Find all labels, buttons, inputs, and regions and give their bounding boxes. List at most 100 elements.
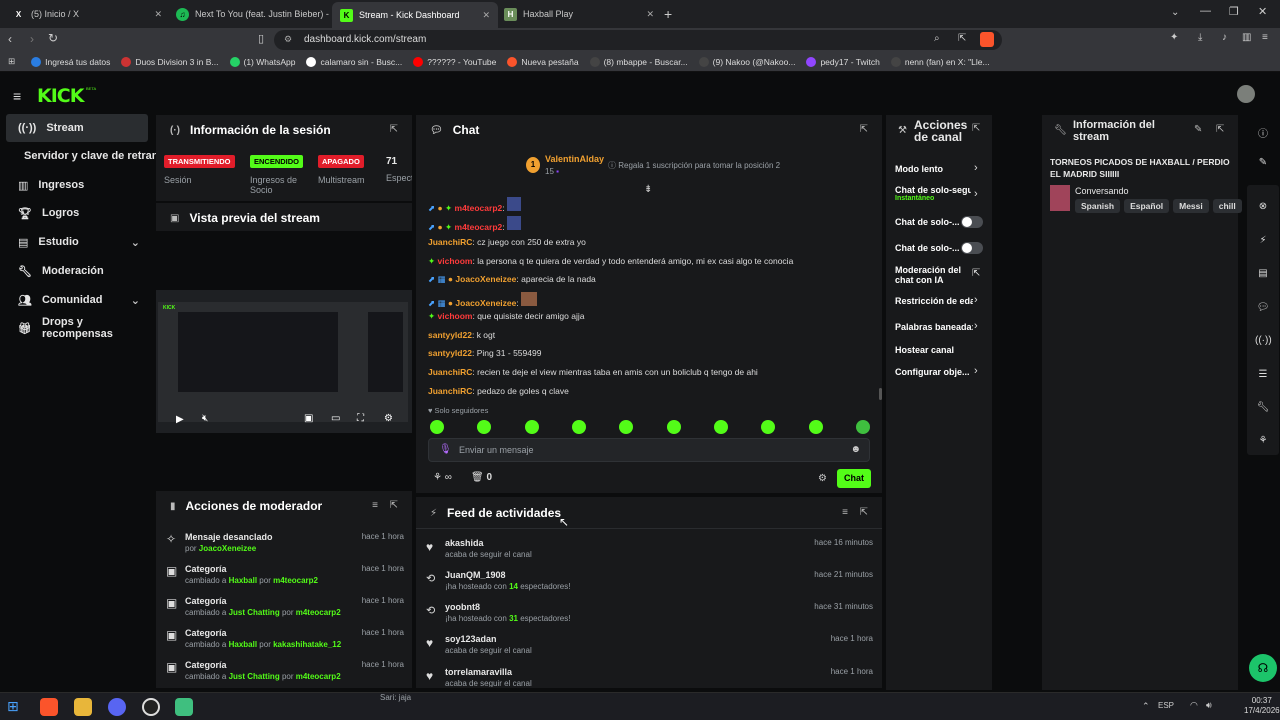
play-icon[interactable]: ▶	[176, 414, 184, 425]
stream-preview-video[interactable]: KICK ▶ 🔇︎ ▣ ▭ ⛶ ⚙	[156, 290, 412, 433]
back-icon[interactable]: ‹	[8, 32, 12, 46]
scroll-down-icon[interactable]: ⇟	[644, 184, 652, 195]
alert-icon[interactable]: ⊗	[1255, 201, 1271, 217]
emotes-only-toggle[interactable]	[961, 242, 983, 254]
feed-user[interactable]: yoobnt8	[445, 602, 480, 612]
fullscreen-icon[interactable]: ⛶	[357, 413, 364, 424]
action-user[interactable]: kakashihatake_12	[273, 640, 341, 649]
chat-scrollbar[interactable]	[879, 388, 882, 400]
emote-icon[interactable]	[855, 420, 870, 434]
action-user[interactable]: m4teocarp2	[296, 608, 341, 617]
extensions-icon[interactable]: ✦	[1170, 32, 1178, 43]
add-widget-icon[interactable]: ⚘	[1255, 435, 1271, 451]
windows-start-icon[interactable]: ⊞	[7, 698, 19, 715]
stream-category[interactable]: Conversando	[1075, 186, 1129, 196]
bookmark-item[interactable]: (1) WhatsApp	[229, 56, 295, 67]
brave-taskbar-icon[interactable]	[40, 698, 58, 716]
action-user[interactable]: m4teocarp2	[296, 672, 341, 681]
chat-username[interactable]: JuanchiRC	[428, 237, 472, 247]
maximize-icon[interactable]: ❐	[1229, 5, 1239, 18]
pip-icon[interactable]: ▣	[304, 413, 313, 424]
sidebar-item-moderation[interactable]: 🔧︎ Moderación	[6, 257, 148, 285]
action-user[interactable]: m4teocarp2	[273, 576, 318, 585]
bookmark-item[interactable]: (8) mbappe - Buscar...	[589, 56, 688, 67]
channel-action-host[interactable]: Hostear canal	[895, 345, 985, 355]
close-icon[interactable]: ✕	[154, 9, 162, 20]
music-icon[interactable]: ♪	[1222, 32, 1227, 43]
tab-x[interactable]: X (5) Inicio / X ✕	[4, 3, 170, 25]
info-icon[interactable]: ⓘ	[1255, 125, 1271, 141]
popout-icon[interactable]: ⇱	[860, 507, 868, 518]
emote-icon[interactable]	[761, 420, 776, 434]
close-icon[interactable]: ✕	[646, 9, 654, 20]
bookmark-item[interactable]: ?????? - YouTube	[413, 56, 496, 67]
emote-icon[interactable]	[666, 420, 681, 434]
chat-username[interactable]: JuanchiRC	[428, 367, 472, 377]
kick-logo[interactable]: KICK	[37, 85, 84, 107]
app-icon[interactable]	[175, 698, 193, 716]
edit-icon[interactable]: ✎	[1255, 157, 1271, 173]
feed-user[interactable]: torrelamaravilla	[445, 667, 512, 677]
popout-icon[interactable]: ⇱	[1216, 124, 1224, 135]
sidebar-item-stream[interactable]: ((·)) Stream	[6, 114, 148, 142]
action-category[interactable]: Haxball	[229, 640, 257, 649]
apps-icon[interactable]: ⊞	[8, 56, 15, 67]
popout-icon[interactable]: ⇱	[972, 123, 980, 134]
feed-user[interactable]: JuanQM_1908	[445, 570, 506, 580]
broadcast-icon[interactable]: ((·))	[1255, 335, 1272, 351]
edit-icon[interactable]: ✎	[1194, 124, 1202, 135]
chat-username[interactable]: santyyld22	[428, 330, 472, 340]
channel-action-slow-mode[interactable]: Modo lento	[895, 164, 985, 174]
bookmark-icon[interactable]: ▯	[258, 32, 264, 45]
support-chat-icon[interactable]: ☊	[1249, 654, 1277, 682]
obs-icon[interactable]	[142, 698, 160, 716]
emote-icon[interactable]	[571, 420, 586, 434]
filter-icon[interactable]: ≡	[842, 507, 848, 518]
bookmark-item[interactable]: Duos Division 3 in B...	[121, 56, 219, 67]
brave-shield-icon[interactable]	[980, 32, 994, 47]
feed-user[interactable]: akashida	[445, 538, 484, 548]
avatar[interactable]	[1237, 85, 1255, 103]
list-icon[interactable]: ☰	[1255, 369, 1271, 385]
chat-username[interactable]: vichoom	[438, 311, 473, 321]
wrench-icon[interactable]: 🔧︎	[1255, 402, 1271, 418]
subs-only-toggle[interactable]	[961, 216, 983, 228]
language-indicator[interactable]: ESP	[1158, 701, 1174, 710]
sidebar-item-server-key[interactable]: Servidor y clave de retransm	[6, 142, 156, 170]
clock[interactable]: 00:37 17/4/2026	[1244, 696, 1280, 716]
tab-search-icon[interactable]: ⌄	[1171, 7, 1179, 18]
channel-action-followers-only[interactable]: Chat de solo-segu Instantáneo	[895, 185, 971, 202]
tag[interactable]: Messi	[1173, 199, 1209, 213]
zoom-icon[interactable]: ⌕	[934, 33, 940, 44]
forward-icon[interactable]: ›	[30, 32, 34, 46]
chat-username[interactable]: m4teocarp2	[455, 222, 503, 232]
emote-icon[interactable]	[430, 420, 444, 434]
menu-icon[interactable]: ≡	[1262, 32, 1268, 43]
sidebar-item-studio[interactable]: ▤ Estudio ⌄	[6, 228, 148, 256]
emote-icon[interactable]	[808, 420, 823, 434]
tag[interactable]: Español	[1124, 199, 1170, 213]
bookmark-item[interactable]: (9) Nakoo (@Nakoo...	[698, 56, 795, 67]
theater-icon[interactable]: ▭	[331, 413, 340, 424]
chat-settings-icon[interactable]: ⚙	[818, 473, 827, 484]
mute-icon[interactable]: 🔇︎	[202, 413, 208, 424]
bolt-icon[interactable]: ⚡︎	[1255, 235, 1271, 251]
tab-haxball[interactable]: H Haxball Play ✕	[496, 3, 662, 25]
downloads-icon[interactable]: ⤓	[1198, 32, 1202, 43]
chat-username[interactable]: JoacoXeneizee	[455, 298, 516, 308]
popout-icon[interactable]: ⇱	[860, 124, 868, 135]
sidebar-item-revenue[interactable]: ▥ Ingresos	[6, 171, 148, 199]
send-chat-button[interactable]: Chat	[837, 469, 871, 488]
emote-icon[interactable]	[713, 420, 728, 434]
address-bar[interactable]: ⚙ dashboard.kick.com/stream ⌕ ⇱	[274, 30, 1002, 50]
action-category[interactable]: Haxball	[229, 576, 257, 585]
bookmark-item[interactable]: Nueva pestaña	[507, 56, 579, 67]
bookmark-item[interactable]: pedy17 - Twitch	[806, 56, 880, 67]
channel-action-age-restriction[interactable]: Restricción de eda	[895, 296, 973, 306]
filter-icon[interactable]: ≡	[372, 500, 378, 511]
channel-action-goals[interactable]: Configurar obje...	[895, 367, 985, 377]
action-category[interactable]: Just Chatting	[229, 608, 280, 617]
sidebar-item-drops[interactable]: 🎁︎ Drops y recompensas	[6, 314, 148, 342]
tab-kick-dashboard[interactable]: K Stream - Kick Dashboard ✕	[332, 2, 498, 28]
volume-icon[interactable]: 🔊︎	[1206, 700, 1212, 711]
